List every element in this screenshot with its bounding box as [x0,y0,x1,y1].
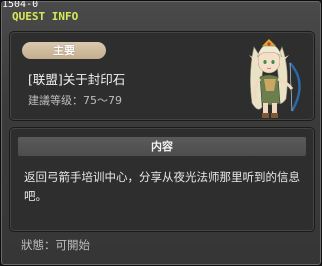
quest-name: [联盟]关于封印石 [28,72,126,87]
quest-summary-panel: 主要 [联盟]关于封印石 建議等级：75～79 [9,31,315,121]
quest-id-label: 1504-0 [2,0,39,10]
recommended-level: 建議等级：75～79 [28,94,122,107]
quest-status: 狀態：可開始 [21,238,90,252]
content-header: 内容 [18,137,306,156]
elf-archer-npc-portrait [249,38,301,118]
quest-description: 返回弓箭手培训中心，分享从夜光法师那里听到的信息吧。 [24,170,300,203]
quest-info-window: 1504-0 QUEST INFO 主要 [联盟]关于封印石 建議等级：75～7… [0,0,322,266]
quest-category-badge: 主要 [22,42,106,59]
quest-content-panel: 内容 返回弓箭手培训中心，分享从夜光法师那里听到的信息吧。 [9,127,315,232]
window-title: QUEST INFO [12,10,79,23]
